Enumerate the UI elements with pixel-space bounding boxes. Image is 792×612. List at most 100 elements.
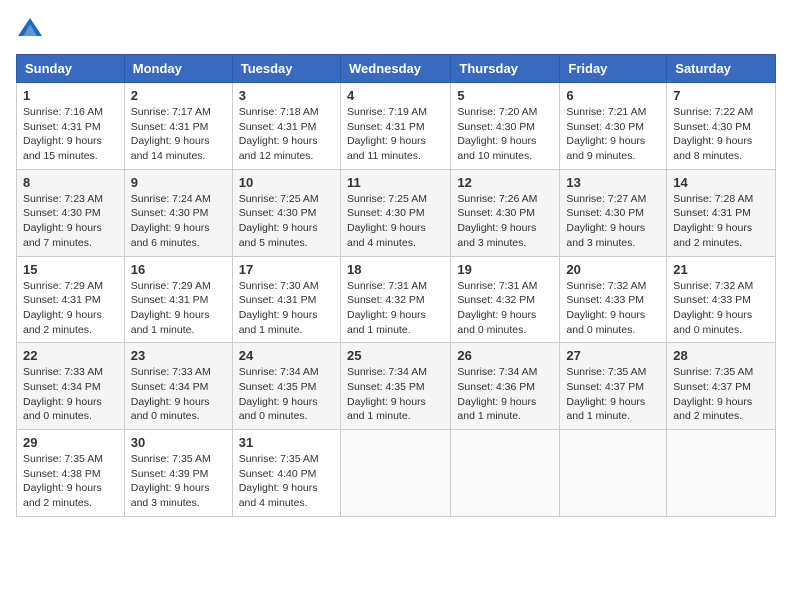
col-monday: Monday <box>124 55 232 83</box>
table-row: 21 Sunrise: 7:32 AM Sunset: 4:33 PM Dayli… <box>667 256 776 343</box>
day-info: Sunrise: 7:34 AM Sunset: 4:36 PM Dayligh… <box>457 365 553 424</box>
col-sunday: Sunday <box>17 55 125 83</box>
calendar-week-row: 29 Sunrise: 7:35 AM Sunset: 4:38 PM Dayli… <box>17 430 776 517</box>
table-row: 27 Sunrise: 7:35 AM Sunset: 4:37 PM Dayli… <box>560 343 667 430</box>
day-number: 25 <box>347 348 444 363</box>
day-number: 11 <box>347 175 444 190</box>
day-info: Sunrise: 7:28 AM Sunset: 4:31 PM Dayligh… <box>673 192 769 251</box>
day-number: 1 <box>23 88 118 103</box>
calendar-week-row: 15 Sunrise: 7:29 AM Sunset: 4:31 PM Dayli… <box>17 256 776 343</box>
day-info: Sunrise: 7:18 AM Sunset: 4:31 PM Dayligh… <box>239 105 334 164</box>
table-row: 30 Sunrise: 7:35 AM Sunset: 4:39 PM Dayli… <box>124 430 232 517</box>
day-info: Sunrise: 7:29 AM Sunset: 4:31 PM Dayligh… <box>23 279 118 338</box>
day-info: Sunrise: 7:25 AM Sunset: 4:30 PM Dayligh… <box>347 192 444 251</box>
table-row: 2 Sunrise: 7:17 AM Sunset: 4:31 PM Daylig… <box>124 83 232 170</box>
day-number: 14 <box>673 175 769 190</box>
day-info: Sunrise: 7:32 AM Sunset: 4:33 PM Dayligh… <box>673 279 769 338</box>
day-number: 5 <box>457 88 553 103</box>
day-info: Sunrise: 7:35 AM Sunset: 4:38 PM Dayligh… <box>23 452 118 511</box>
day-number: 23 <box>131 348 226 363</box>
day-number: 24 <box>239 348 334 363</box>
day-number: 28 <box>673 348 769 363</box>
day-number: 29 <box>23 435 118 450</box>
table-row <box>560 430 667 517</box>
day-info: Sunrise: 7:35 AM Sunset: 4:39 PM Dayligh… <box>131 452 226 511</box>
day-number: 16 <box>131 262 226 277</box>
day-info: Sunrise: 7:20 AM Sunset: 4:30 PM Dayligh… <box>457 105 553 164</box>
day-number: 17 <box>239 262 334 277</box>
day-number: 15 <box>23 262 118 277</box>
day-number: 22 <box>23 348 118 363</box>
table-row: 10Sunrise: 7:25 AM Sunset: 4:30 PM Dayli… <box>232 169 340 256</box>
table-row: 16 Sunrise: 7:29 AM Sunset: 4:31 PM Dayli… <box>124 256 232 343</box>
day-info: Sunrise: 7:29 AM Sunset: 4:31 PM Dayligh… <box>131 279 226 338</box>
table-row: 23 Sunrise: 7:33 AM Sunset: 4:34 PM Dayli… <box>124 343 232 430</box>
day-number: 7 <box>673 88 769 103</box>
day-info: Sunrise: 7:22 AM Sunset: 4:30 PM Dayligh… <box>673 105 769 164</box>
day-number: 2 <box>131 88 226 103</box>
day-info: Sunrise: 7:33 AM Sunset: 4:34 PM Dayligh… <box>23 365 118 424</box>
logo <box>16 16 46 44</box>
day-info: Sunrise: 7:34 AM Sunset: 4:35 PM Dayligh… <box>347 365 444 424</box>
calendar-header-row: Sunday Monday Tuesday Wednesday Thursday… <box>17 55 776 83</box>
table-row: 8 Sunrise: 7:23 AM Sunset: 4:30 PM Daylig… <box>17 169 125 256</box>
day-info: Sunrise: 7:23 AM Sunset: 4:30 PM Dayligh… <box>23 192 118 251</box>
table-row <box>667 430 776 517</box>
calendar-week-row: 8 Sunrise: 7:23 AM Sunset: 4:30 PM Daylig… <box>17 169 776 256</box>
table-row: 12Sunrise: 7:26 AM Sunset: 4:30 PM Dayli… <box>451 169 560 256</box>
day-info: Sunrise: 7:17 AM Sunset: 4:31 PM Dayligh… <box>131 105 226 164</box>
day-number: 30 <box>131 435 226 450</box>
day-info: Sunrise: 7:19 AM Sunset: 4:31 PM Dayligh… <box>347 105 444 164</box>
table-row: 3Sunrise: 7:18 AM Sunset: 4:31 PM Daylig… <box>232 83 340 170</box>
table-row: 24 Sunrise: 7:34 AM Sunset: 4:35 PM Dayli… <box>232 343 340 430</box>
table-row: 29 Sunrise: 7:35 AM Sunset: 4:38 PM Dayli… <box>17 430 125 517</box>
day-number: 18 <box>347 262 444 277</box>
table-row: 17 Sunrise: 7:30 AM Sunset: 4:31 PM Dayli… <box>232 256 340 343</box>
calendar-table: Sunday Monday Tuesday Wednesday Thursday… <box>16 54 776 517</box>
table-row: 1 Sunrise: 7:16 AM Sunset: 4:31 PM Daylig… <box>17 83 125 170</box>
day-info: Sunrise: 7:31 AM Sunset: 4:32 PM Dayligh… <box>457 279 553 338</box>
table-row: 13 Sunrise: 7:27 AM Sunset: 4:30 PM Dayli… <box>560 169 667 256</box>
table-row: 26 Sunrise: 7:34 AM Sunset: 4:36 PM Dayli… <box>451 343 560 430</box>
day-info: Sunrise: 7:32 AM Sunset: 4:33 PM Dayligh… <box>566 279 660 338</box>
col-friday: Friday <box>560 55 667 83</box>
table-row: 11 Sunrise: 7:25 AM Sunset: 4:30 PM Dayli… <box>340 169 450 256</box>
day-number: 26 <box>457 348 553 363</box>
day-info: Sunrise: 7:31 AM Sunset: 4:32 PM Dayligh… <box>347 279 444 338</box>
table-row: 7 Sunrise: 7:22 AM Sunset: 4:30 PM Daylig… <box>667 83 776 170</box>
table-row: 15 Sunrise: 7:29 AM Sunset: 4:31 PM Dayli… <box>17 256 125 343</box>
day-info: Sunrise: 7:33 AM Sunset: 4:34 PM Dayligh… <box>131 365 226 424</box>
day-info: Sunrise: 7:34 AM Sunset: 4:35 PM Dayligh… <box>239 365 334 424</box>
day-number: 4 <box>347 88 444 103</box>
table-row: 19 Sunrise: 7:31 AM Sunset: 4:32 PM Dayli… <box>451 256 560 343</box>
day-number: 6 <box>566 88 660 103</box>
day-number: 31 <box>239 435 334 450</box>
table-row: 5 Sunrise: 7:20 AM Sunset: 4:30 PM Daylig… <box>451 83 560 170</box>
day-number: 19 <box>457 262 553 277</box>
table-row: 14 Sunrise: 7:28 AM Sunset: 4:31 PM Dayli… <box>667 169 776 256</box>
day-number: 8 <box>23 175 118 190</box>
day-number: 20 <box>566 262 660 277</box>
day-number: 21 <box>673 262 769 277</box>
day-info: Sunrise: 7:27 AM Sunset: 4:30 PM Dayligh… <box>566 192 660 251</box>
table-row: 4 Sunrise: 7:19 AM Sunset: 4:31 PM Daylig… <box>340 83 450 170</box>
table-row <box>451 430 560 517</box>
day-info: Sunrise: 7:35 AM Sunset: 4:37 PM Dayligh… <box>673 365 769 424</box>
page-header <box>16 16 776 44</box>
calendar-week-row: 22 Sunrise: 7:33 AM Sunset: 4:34 PM Dayli… <box>17 343 776 430</box>
day-info: Sunrise: 7:35 AM Sunset: 4:37 PM Dayligh… <box>566 365 660 424</box>
day-number: 13 <box>566 175 660 190</box>
table-row: 6Sunrise: 7:21 AM Sunset: 4:30 PM Daylig… <box>560 83 667 170</box>
day-number: 27 <box>566 348 660 363</box>
table-row: 22 Sunrise: 7:33 AM Sunset: 4:34 PM Dayli… <box>17 343 125 430</box>
table-row: 20 Sunrise: 7:32 AM Sunset: 4:33 PM Dayli… <box>560 256 667 343</box>
day-number: 9 <box>131 175 226 190</box>
day-info: Sunrise: 7:26 AM Sunset: 4:30 PM Dayligh… <box>457 192 553 251</box>
day-info: Sunrise: 7:24 AM Sunset: 4:30 PM Dayligh… <box>131 192 226 251</box>
table-row: 28 Sunrise: 7:35 AM Sunset: 4:37 PM Dayli… <box>667 343 776 430</box>
col-tuesday: Tuesday <box>232 55 340 83</box>
day-info: Sunrise: 7:30 AM Sunset: 4:31 PM Dayligh… <box>239 279 334 338</box>
day-info: Sunrise: 7:16 AM Sunset: 4:31 PM Dayligh… <box>23 105 118 164</box>
day-info: Sunrise: 7:25 AM Sunset: 4:30 PM Dayligh… <box>239 192 334 251</box>
col-wednesday: Wednesday <box>340 55 450 83</box>
